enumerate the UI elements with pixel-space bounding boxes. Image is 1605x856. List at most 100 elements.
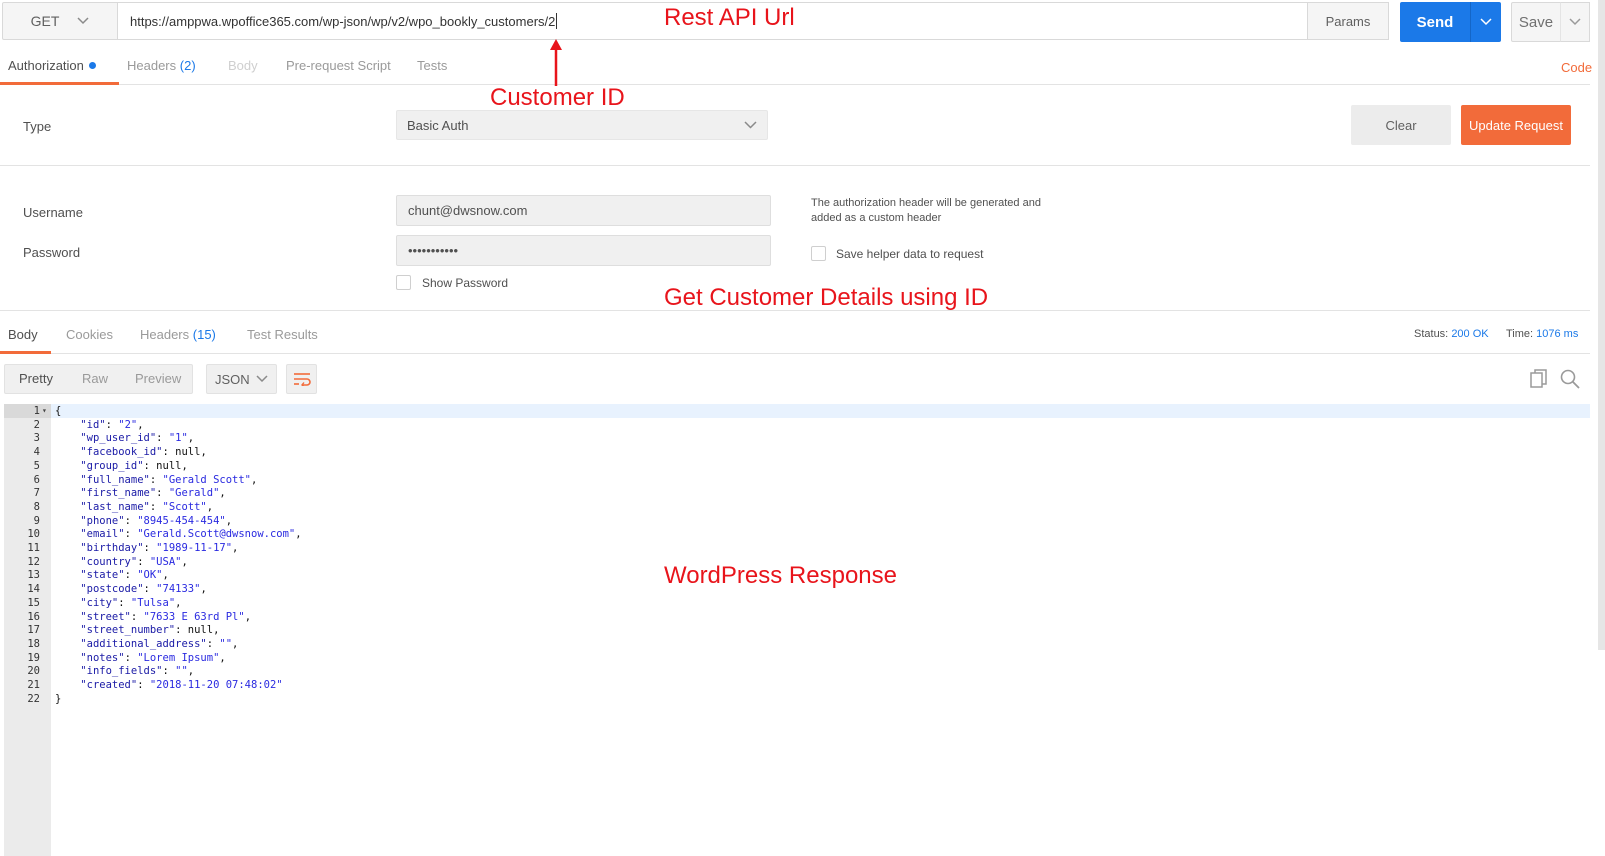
code-text: "group_id": null, bbox=[80, 459, 188, 472]
json-value: null bbox=[156, 459, 182, 472]
send-options-button[interactable] bbox=[1470, 2, 1501, 42]
view-raw-button[interactable]: Raw bbox=[82, 365, 108, 393]
line-number: 11 bbox=[27, 542, 40, 554]
line-number: 10 bbox=[27, 528, 40, 541]
tab-body[interactable]: Body bbox=[228, 52, 258, 84]
url-text: https://amppwa.wpoffice365.com/wp-json/w… bbox=[130, 13, 556, 29]
type-label: Type bbox=[23, 119, 52, 134]
line-number: 2 bbox=[33, 418, 40, 431]
tab-response-body[interactable]: Body bbox=[0, 321, 51, 354]
params-button[interactable]: Params bbox=[1308, 2, 1389, 40]
active-tab-indicator bbox=[0, 82, 119, 85]
update-request-button[interactable]: Update Request bbox=[1461, 105, 1571, 145]
save-button[interactable]: Save bbox=[1511, 2, 1561, 42]
tab-test-results[interactable]: Test Results bbox=[247, 321, 318, 353]
json-value: null bbox=[175, 446, 201, 459]
username-field[interactable]: chunt@dwsnow.com bbox=[396, 195, 771, 226]
password-label: Password bbox=[23, 245, 81, 260]
code-text: "wp_user_id": "1", bbox=[80, 432, 195, 445]
annotation-customer-id: Customer ID bbox=[490, 84, 625, 111]
line-number: 3 bbox=[33, 432, 40, 445]
save-helper-checkbox[interactable] bbox=[811, 246, 826, 261]
show-password-label: Show Password bbox=[422, 276, 509, 290]
wrap-lines-button[interactable] bbox=[286, 364, 317, 394]
json-key: "street" bbox=[80, 610, 131, 623]
auth-type-select[interactable]: Basic Auth bbox=[396, 110, 768, 140]
search-icon[interactable] bbox=[1560, 369, 1580, 392]
headers-count: (2) bbox=[179, 58, 196, 73]
tab-headers[interactable]: Headers (2) bbox=[127, 52, 196, 84]
view-preview-button[interactable]: Preview bbox=[135, 365, 181, 393]
code-text: "country": "USA", bbox=[80, 555, 188, 568]
code-text: "full_name": "Gerald Scott", bbox=[80, 473, 258, 486]
view-pretty-button[interactable]: Pretty bbox=[19, 365, 53, 393]
code-text: "email": "Gerald.Scott@dwsnow.com", bbox=[80, 528, 302, 541]
json-key: "additional_address" bbox=[80, 637, 207, 650]
tab-response-headers[interactable]: Headers (15) bbox=[140, 321, 216, 353]
json-key: "wp_user_id" bbox=[80, 432, 157, 445]
line-number: 4 bbox=[33, 446, 40, 459]
show-password-checkbox[interactable] bbox=[396, 275, 411, 290]
line-number: 7 bbox=[33, 487, 40, 500]
tab-authorization[interactable]: Authorization bbox=[0, 52, 119, 85]
method-label: GET bbox=[30, 13, 60, 29]
json-value: "" bbox=[219, 637, 233, 650]
json-key: "info_fields" bbox=[80, 665, 163, 678]
text-caret bbox=[556, 13, 558, 29]
send-button[interactable]: Send bbox=[1400, 2, 1470, 42]
code-text: "id": "2", bbox=[80, 418, 144, 431]
tab-label: Authorization bbox=[8, 58, 84, 73]
code-text: "street_number": null, bbox=[80, 624, 220, 637]
password-field[interactable]: ••••••••••• bbox=[396, 235, 771, 266]
code-text: "street": "7633 E 63rd Pl", bbox=[80, 610, 252, 623]
status-label: Status: bbox=[1414, 328, 1449, 340]
json-value: "7633 E 63rd Pl" bbox=[143, 610, 245, 623]
json-value: "OK" bbox=[137, 569, 163, 582]
code-text: "additional_address": "", bbox=[80, 637, 239, 650]
line-number: 12 bbox=[27, 555, 40, 568]
auth-type-value: Basic Auth bbox=[407, 117, 469, 133]
code-text: "notes": "Lorem Ipsum", bbox=[80, 651, 226, 664]
format-select[interactable]: JSON bbox=[206, 364, 277, 394]
response-body-viewer[interactable]: 1 ▾ {2 "id": "2", 3 "wp_user_id": "1", 4 "fa… bbox=[4, 404, 1590, 856]
code-link[interactable]: Code bbox=[1561, 60, 1592, 75]
json-value: "" bbox=[175, 665, 188, 678]
json-key: "full_name" bbox=[80, 473, 150, 486]
json-key: "facebook_id" bbox=[80, 446, 163, 459]
active-tab-indicator bbox=[0, 351, 51, 354]
json-key: "last_name" bbox=[80, 500, 150, 513]
json-key: "street_number" bbox=[80, 624, 176, 637]
code-text: "first_name": "Gerald", bbox=[80, 487, 226, 500]
annotation-rest-api-url: Rest API Url bbox=[664, 4, 795, 31]
time-value: 1076 ms bbox=[1536, 328, 1579, 340]
username-value: chunt@dwsnow.com bbox=[408, 203, 528, 218]
line-number: 9 bbox=[33, 514, 40, 527]
response-tabs: Body Cookies Headers (15) Test Results bbox=[0, 321, 1590, 354]
json-key: "group_id" bbox=[80, 459, 144, 472]
time-indicator: Time: 1076 ms bbox=[1506, 328, 1578, 340]
page-scrollbar[interactable] bbox=[1598, 0, 1605, 650]
annotation-wordpress-response: WordPress Response bbox=[664, 562, 897, 589]
json-value: "Lorem Ipsum" bbox=[137, 651, 220, 664]
password-value: ••••••••••• bbox=[408, 243, 459, 258]
json-value: "1989-11-17" bbox=[156, 542, 233, 554]
tab-cookies[interactable]: Cookies bbox=[66, 321, 113, 353]
save-options-button[interactable] bbox=[1560, 2, 1590, 42]
request-tabs: Authorization Headers (2) Body Pre-reque… bbox=[0, 52, 1590, 85]
json-key: "phone" bbox=[80, 514, 125, 527]
json-value: "1" bbox=[168, 432, 188, 445]
json-value: "74133" bbox=[156, 583, 201, 596]
copy-icon[interactable] bbox=[1530, 369, 1548, 392]
fold-arrow-icon[interactable]: ▾ bbox=[42, 404, 47, 418]
method-select[interactable]: GET bbox=[2, 2, 118, 40]
json-key: "id" bbox=[80, 418, 106, 431]
code-text: "state": "OK", bbox=[80, 569, 169, 582]
tab-tests[interactable]: Tests bbox=[417, 52, 447, 84]
status-indicator: Status: 200 OK bbox=[1414, 328, 1489, 340]
tab-pre-request-script[interactable]: Pre-request Script bbox=[286, 52, 391, 84]
clear-button[interactable]: Clear bbox=[1351, 105, 1451, 145]
divider bbox=[0, 165, 1590, 166]
line-number: 14 bbox=[27, 583, 40, 596]
json-value: "Gerald" bbox=[168, 487, 220, 500]
json-key: "state" bbox=[80, 569, 125, 582]
